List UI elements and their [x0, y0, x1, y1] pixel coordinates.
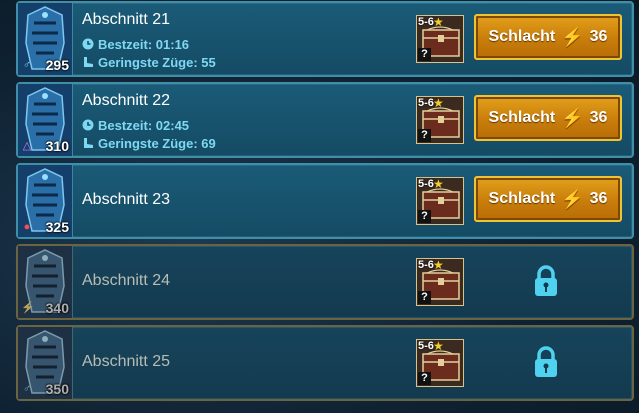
stage-level: 295 — [45, 57, 69, 73]
boss-portrait: ♂ 350 — [18, 327, 73, 399]
force-affinity-icon: ● — [23, 221, 31, 233]
lock-icon — [535, 265, 557, 296]
stage-level: 310 — [45, 138, 69, 154]
stage-row-24: ⚡ 340 Abschnitt 24 5-6 ★ ? — [16, 244, 634, 320]
stage-title: Abschnitt 24 — [82, 272, 171, 289]
fewest-moves: Geringste Züge: 55 — [82, 55, 216, 70]
best-time: Bestzeit: 02:45 — [82, 118, 189, 133]
boss-portrait: ⚡ 340 — [18, 246, 73, 318]
stage-row-23[interactable]: ● 325 Abschnitt 23 5-6 ★ ? Schlacht ⚡ 36 — [16, 163, 634, 239]
reward-chest[interactable]: 5-6 ★ ? — [416, 96, 464, 144]
stage-level: 340 — [45, 300, 69, 316]
reward-chest[interactable]: 5-6 ★ ? — [416, 339, 464, 387]
stage-title: Abschnitt 23 — [82, 191, 171, 208]
stage-level: 350 — [45, 381, 69, 397]
energy-icon: ⚡ — [561, 107, 584, 128]
stage-title: Abschnitt 22 — [82, 92, 171, 109]
boss-portrait: ♂ 295 — [18, 3, 73, 75]
stage-level: 325 — [45, 219, 69, 235]
battle-button[interactable]: Schlacht ⚡ 36 — [474, 95, 622, 141]
energy-icon: ⚡ — [561, 26, 584, 47]
boss-portrait: △ 310 — [18, 84, 73, 156]
lock-icon — [535, 346, 557, 377]
star-icon: ★ — [433, 258, 444, 272]
battle-button[interactable]: Schlacht ⚡ 36 — [474, 14, 622, 60]
magic-affinity-icon: ♂ — [22, 59, 32, 71]
star-icon: ★ — [433, 15, 444, 29]
battle-button[interactable]: Schlacht ⚡ 36 — [474, 176, 622, 222]
stage-title: Abschnitt 21 — [82, 11, 171, 28]
energy-icon: ⚡ — [561, 188, 584, 209]
magic-affinity-icon: ♂ — [22, 383, 32, 395]
stage-row-25: ♂ 350 Abschnitt 25 5-6 ★ ? — [16, 325, 634, 401]
reward-chest[interactable]: 5-6 ★ ? — [416, 258, 464, 306]
spirit-affinity-icon: △ — [22, 140, 32, 152]
reward-chest[interactable]: 5-6 ★ ? — [416, 177, 464, 225]
stage-list: ♂ 295 Abschnitt 21 Bestzeit: 01:16 Gerin… — [0, 0, 639, 413]
clock-icon — [82, 119, 94, 131]
boot-icon — [84, 57, 93, 67]
star-icon: ★ — [433, 177, 444, 191]
best-time: Bestzeit: 01:16 — [82, 37, 189, 52]
star-icon: ★ — [433, 339, 444, 353]
boss-portrait: ● 325 — [18, 165, 73, 237]
stage-title: Abschnitt 25 — [82, 353, 171, 370]
stage-row-21[interactable]: ♂ 295 Abschnitt 21 Bestzeit: 01:16 Gerin… — [16, 1, 634, 77]
stage-row-22[interactable]: △ 310 Abschnitt 22 Bestzeit: 02:45 Gerin… — [16, 82, 634, 158]
reward-chest[interactable]: 5-6 ★ ? — [416, 15, 464, 63]
boot-icon — [84, 138, 93, 148]
star-icon: ★ — [433, 96, 444, 110]
void-affinity-icon: ⚡ — [21, 302, 35, 314]
clock-icon — [82, 38, 94, 50]
fewest-moves: Geringste Züge: 69 — [82, 136, 216, 151]
